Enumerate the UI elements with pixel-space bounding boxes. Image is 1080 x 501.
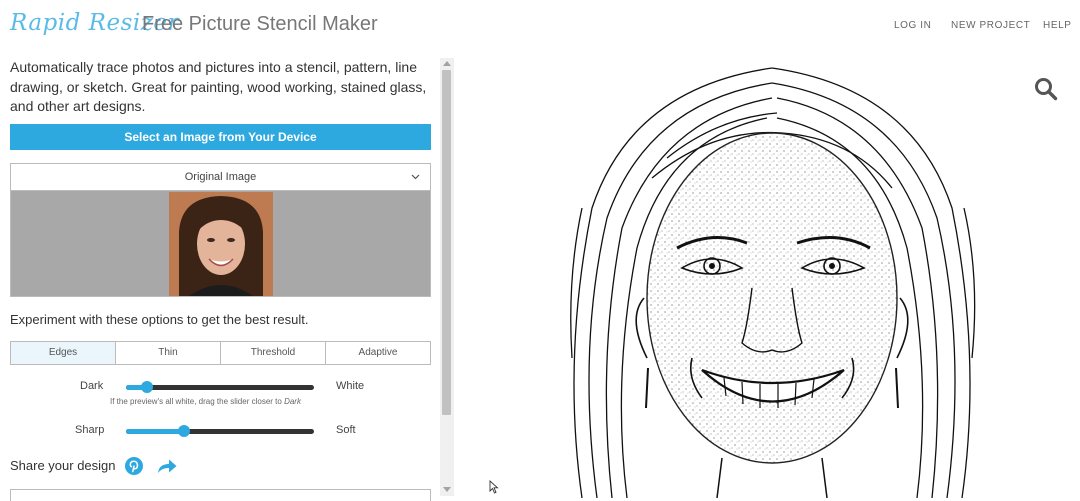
white-label: White [336, 380, 365, 392]
softness-slider-row: Sharp Soft [10, 422, 431, 442]
image-view-select-value: Original Image [184, 171, 257, 183]
share-text: Share your design [10, 458, 116, 473]
darkness-slider[interactable] [126, 381, 314, 393]
original-preview [10, 191, 431, 297]
slider-hint: If the preview's all white, drag the sli… [110, 397, 301, 406]
softness-slider[interactable] [126, 425, 314, 437]
softness-slider-fill [126, 429, 185, 434]
select-image-button[interactable]: Select an Image from Your Device [10, 124, 431, 150]
tab-adaptive[interactable]: Adaptive [326, 342, 430, 364]
nav-new-project[interactable]: NEW PROJECT [951, 20, 1030, 31]
image-view-select[interactable]: Original Image [10, 163, 431, 191]
options-panel: Automatically trace photos and pictures … [10, 58, 431, 501]
slider-hint-emphasis: Dark [284, 397, 301, 406]
scroll-down-arrow[interactable] [443, 487, 451, 492]
nav-help[interactable]: HELP [1043, 20, 1072, 31]
page-title: Free Picture Stencil Maker [142, 13, 378, 35]
stencil-drawing [570, 67, 976, 498]
tab-edges[interactable]: Edges [11, 342, 116, 364]
additional-options-select[interactable] [10, 489, 431, 501]
original-photo [169, 192, 273, 296]
soft-label: Soft [336, 424, 356, 436]
mouse-cursor-icon [489, 479, 499, 499]
dark-label: Dark [80, 380, 104, 392]
share-arrow-icon[interactable] [156, 456, 178, 481]
header: Rapid Resizer Free Picture Stencil Maker… [0, 0, 1080, 50]
pinterest-icon[interactable] [124, 456, 144, 481]
sharp-label: Sharp [75, 424, 105, 436]
darkness-slider-handle[interactable] [140, 381, 153, 393]
stencil-preview[interactable] [552, 58, 992, 498]
darkness-slider-row: Dark White [10, 378, 431, 398]
intro-text: Automatically trace photos and pictures … [10, 59, 427, 114]
nav-login[interactable]: LOG IN [894, 20, 932, 31]
scrollbar[interactable] [440, 58, 454, 496]
slider-hint-text: If the preview's all white, drag the sli… [110, 397, 282, 406]
mode-tabs: Edges Thin Threshold Adaptive [10, 341, 431, 365]
scroll-thumb[interactable] [442, 70, 451, 415]
scroll-up-arrow[interactable] [443, 61, 451, 66]
search-icon[interactable] [1034, 77, 1058, 106]
softness-slider-handle[interactable] [178, 425, 191, 437]
tab-threshold[interactable]: Threshold [221, 342, 326, 364]
tab-thin[interactable]: Thin [116, 342, 221, 364]
experiment-text: Experiment with these options to get the… [10, 312, 309, 327]
